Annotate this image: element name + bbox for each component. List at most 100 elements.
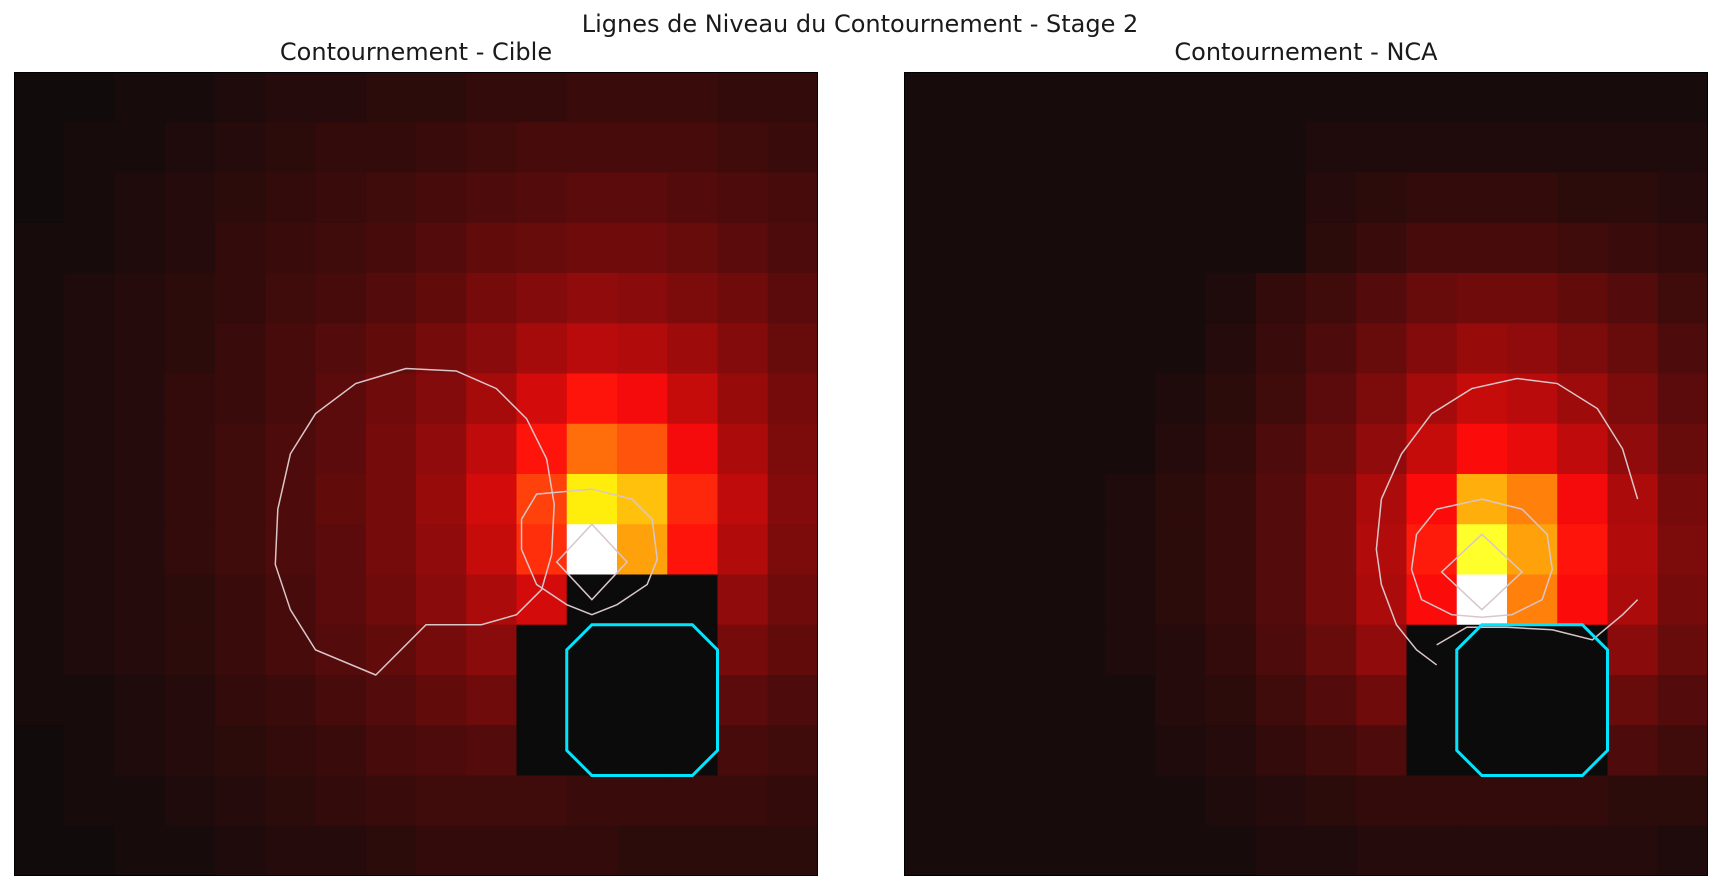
heatmap-cell: [1607, 72, 1659, 123]
heatmap-cell: [1306, 825, 1357, 876]
heatmap-cell: [466, 373, 518, 425]
heatmap-cell: [667, 775, 719, 827]
heatmap-cell: [1306, 423, 1357, 475]
heatmap-cell: [1356, 222, 1408, 274]
heatmap-cell: [265, 825, 317, 876]
heatmap-cell: [1657, 172, 1708, 224]
heatmap-cell: [1356, 524, 1408, 576]
heatmap-cell: [1406, 574, 1458, 626]
heatmap-cell: [1306, 373, 1357, 425]
heatmap-cell: [14, 323, 65, 375]
heatmap-cell: [904, 122, 955, 174]
heatmap-cell: [64, 574, 116, 626]
heatmap-cell: [767, 725, 818, 777]
heatmap-cell: [1004, 273, 1056, 324]
heatmap-cell: [1155, 222, 1207, 274]
heatmap-cell: [365, 222, 417, 274]
heatmap-cell: [954, 222, 1006, 274]
heatmap-cell: [416, 825, 467, 876]
heatmap-cell: [1557, 122, 1609, 174]
heatmap-cell: [667, 524, 719, 576]
heatmap-cell: [14, 675, 65, 726]
heatmap-cell: [315, 172, 367, 224]
heatmap-cell: [1054, 574, 1106, 626]
heatmap-cell: [14, 172, 65, 224]
heatmap-cell: [516, 725, 568, 777]
heatmap-cell: [1255, 825, 1307, 876]
heatmap-cell: [215, 72, 266, 123]
heatmap-cell: [64, 775, 116, 827]
heatmap-cell: [717, 323, 769, 375]
heatmap-cell: [1004, 624, 1056, 676]
heatmap-cell: [1306, 323, 1357, 375]
heatmap-cell: [1255, 373, 1307, 425]
heatmap-cell: [1607, 725, 1659, 777]
heatmap-cell: [1456, 222, 1508, 274]
heatmap-cell: [1507, 474, 1558, 525]
heatmap-cell: [265, 474, 317, 525]
heatmap-cell: [466, 474, 518, 525]
heatmap-cell: [466, 323, 518, 375]
heatmap-cell: [215, 222, 266, 274]
heatmap-cell: [1105, 775, 1156, 827]
heatmap-cell: [215, 775, 266, 827]
heatmap-cell: [767, 574, 818, 626]
heatmap-cell: [1456, 72, 1508, 123]
heatmap-cell: [215, 725, 266, 777]
heatmap-cell: [164, 373, 216, 425]
heatmap-cell: [1456, 725, 1508, 777]
heatmap-cell: [1054, 273, 1106, 324]
heatmap-cell: [1507, 725, 1558, 777]
heatmap-cell: [416, 524, 467, 576]
heatmap-cell: [1205, 825, 1257, 876]
heatmap-cell: [365, 122, 417, 174]
heatmap-cell: [1507, 72, 1558, 123]
heatmap-cell: [215, 574, 266, 626]
heatmap-cell: [904, 775, 955, 827]
heatmap-cell: [904, 675, 955, 726]
heatmap-cell: [1456, 775, 1508, 827]
heatmap-cell: [1507, 172, 1558, 224]
heatmap-cell: [1105, 122, 1156, 174]
heatmap-cell: [416, 323, 467, 375]
heatmap-cell: [617, 323, 668, 375]
heatmap-cell: [114, 373, 166, 425]
heatmap-cell: [1406, 273, 1458, 324]
heatmap-cell: [64, 172, 116, 224]
heatmap-cell: [114, 474, 166, 525]
heatmap-cell: [466, 524, 518, 576]
heatmap-cell: [1456, 273, 1508, 324]
heatmap-cell: [1255, 574, 1307, 626]
heatmap-cell: [64, 72, 116, 123]
heatmap-cell: [1004, 825, 1056, 876]
heatmap-cell: [767, 474, 818, 525]
heatmap-cell: [64, 675, 116, 726]
heatmap-cell: [315, 524, 367, 576]
heatmap-cell: [1356, 172, 1408, 224]
heatmap-cell: [215, 825, 266, 876]
heatmap-cell: [767, 675, 818, 726]
heatmap-cell: [1356, 725, 1408, 777]
heatmap-cell: [1456, 122, 1508, 174]
heatmap-cell: [114, 524, 166, 576]
heatmap-cell: [265, 524, 317, 576]
heatmap-cell: [566, 222, 618, 274]
heatmap-cell: [114, 72, 166, 123]
heatmap-cell: [315, 423, 367, 475]
heatmap-cell: [617, 172, 668, 224]
heatmap-cell: [1657, 574, 1708, 626]
heatmap-cell: [114, 725, 166, 777]
heatmap-cell: [1255, 122, 1307, 174]
heatmap-cell: [1306, 273, 1357, 324]
heatmap-cell: [1456, 323, 1508, 375]
heatmap-cell: [114, 423, 166, 475]
heatmap-cell: [1054, 222, 1106, 274]
heatmap-cell: [164, 323, 216, 375]
heatmap-cell: [1557, 72, 1609, 123]
heatmap-cell: [1557, 172, 1609, 224]
heatmap-cell: [1054, 725, 1106, 777]
heatmap-cell: [954, 423, 1006, 475]
heatmap-cell: [1155, 675, 1207, 726]
heatmap-cell: [1004, 524, 1056, 576]
heatmap-cell: [516, 675, 568, 726]
